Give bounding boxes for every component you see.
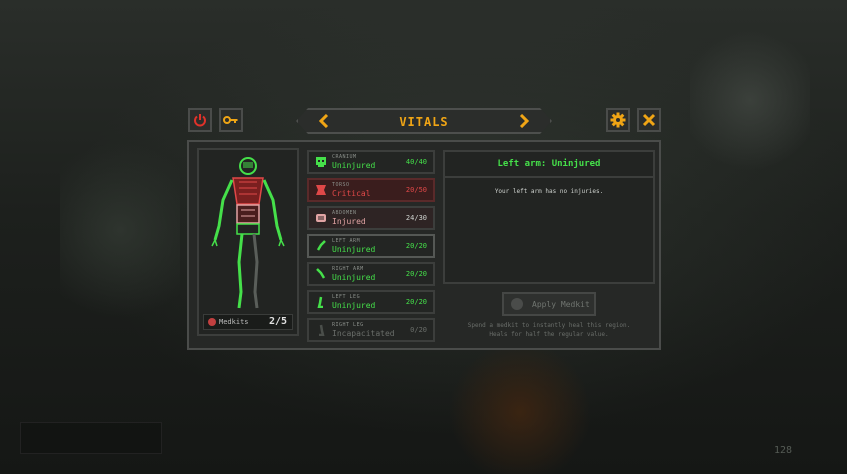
- region-name: CRANIUM: [332, 154, 357, 160]
- apply-hint-line1: Spend a medkit to instantly heal this re…: [467, 322, 631, 329]
- region-abdomen[interactable]: ABDOMEN Injured 24/30: [307, 206, 435, 230]
- region-status: Uninjured: [332, 301, 376, 310]
- detail-title: Left arm: Uninjured: [445, 152, 653, 178]
- background-machinery: [690, 20, 810, 180]
- prev-tab-button[interactable]: [312, 109, 336, 133]
- torso-icon: [316, 185, 326, 195]
- region-cranium[interactable]: CRANIUM Uninjured 40/40: [307, 150, 435, 174]
- arm-icon: [316, 240, 326, 251]
- right-leg-part: [252, 233, 259, 309]
- body-diagram-frame: Medkits 2/5: [197, 148, 299, 336]
- left-arm-part: [211, 179, 234, 247]
- key-icon: [223, 116, 238, 124]
- medkit-icon: [511, 298, 523, 310]
- detail-description: Your left arm has no injuries.: [494, 188, 604, 195]
- region-torso[interactable]: TORSO Critical 20/50: [307, 178, 435, 202]
- body-diagram: [211, 157, 285, 309]
- region-status: Critical: [332, 189, 371, 198]
- region-status: Incapacitated: [332, 329, 395, 338]
- region-hp: 24/30: [405, 214, 427, 222]
- medkit-counter: Medkits 2/5: [203, 314, 293, 330]
- leg-icon: [317, 296, 323, 308]
- region-right-leg[interactable]: RIGHT LEG Incapacitated 0/20: [307, 318, 435, 342]
- region-name: LEFT ARM: [332, 238, 361, 244]
- region-name: RIGHT LEG: [332, 322, 364, 328]
- background-lantern: [440, 350, 600, 474]
- close-button[interactable]: [637, 108, 661, 132]
- key-button[interactable]: [219, 108, 243, 132]
- head-part: [239, 157, 257, 175]
- apply-medkit-button[interactable]: Apply Medkit: [502, 292, 596, 316]
- apply-hint-line2: Heals for half the regular value.: [489, 331, 609, 338]
- background-pillar: [60, 120, 180, 340]
- medkits-count: 2/5: [268, 316, 287, 327]
- power-icon: [194, 114, 206, 127]
- gear-icon: [610, 112, 626, 128]
- region-name: ABDOMEN: [332, 210, 357, 216]
- region-name: TORSO: [332, 182, 350, 188]
- region-hp: 0/20: [410, 326, 427, 334]
- abdomen-part: [236, 204, 260, 224]
- skull-icon: [316, 157, 326, 167]
- region-right-arm[interactable]: RIGHT ARM Uninjured 20/20: [307, 262, 435, 286]
- region-status: Uninjured: [332, 161, 376, 170]
- power-button[interactable]: [188, 108, 212, 132]
- hud-bar: [20, 422, 162, 454]
- region-hp: 20/20: [405, 242, 427, 250]
- region-left-arm[interactable]: LEFT ARM Uninjured 20/20: [307, 234, 435, 258]
- region-left-leg[interactable]: LEFT LEG Uninjured 20/20: [307, 290, 435, 314]
- region-hp: 20/50: [405, 186, 427, 194]
- vitals-panel: Medkits 2/5 CRANIUM Uninjured 40/40 TORS…: [187, 140, 661, 350]
- medkits-label: Medkits: [219, 318, 249, 326]
- region-hp: 40/40: [405, 158, 427, 166]
- region-status: Injured: [332, 217, 366, 226]
- right-arm-part: [262, 179, 285, 247]
- arm-icon: [316, 268, 326, 279]
- region-status: Uninjured: [332, 245, 376, 254]
- abdomen-icon: [316, 214, 326, 222]
- next-tab-button[interactable]: [512, 109, 536, 133]
- region-hp: 20/20: [405, 270, 427, 278]
- region-detail-panel: Left arm: Uninjured Your left arm has no…: [443, 150, 655, 284]
- region-status: Uninjured: [332, 273, 376, 282]
- left-leg-part: [237, 233, 244, 309]
- torso-part: [232, 177, 264, 205]
- hud-ammo-count: 128: [774, 445, 793, 456]
- medkit-icon: [208, 318, 216, 326]
- chevron-right-icon: [519, 114, 529, 128]
- chevron-left-icon: [319, 114, 329, 128]
- region-name: RIGHT ARM: [332, 266, 364, 272]
- region-hp: 20/20: [405, 298, 427, 306]
- close-icon: [642, 113, 656, 127]
- apply-medkit-label: Apply Medkit: [532, 300, 590, 309]
- settings-button[interactable]: [606, 108, 630, 132]
- leg-icon: [319, 324, 325, 336]
- region-name: LEFT LEG: [332, 294, 361, 300]
